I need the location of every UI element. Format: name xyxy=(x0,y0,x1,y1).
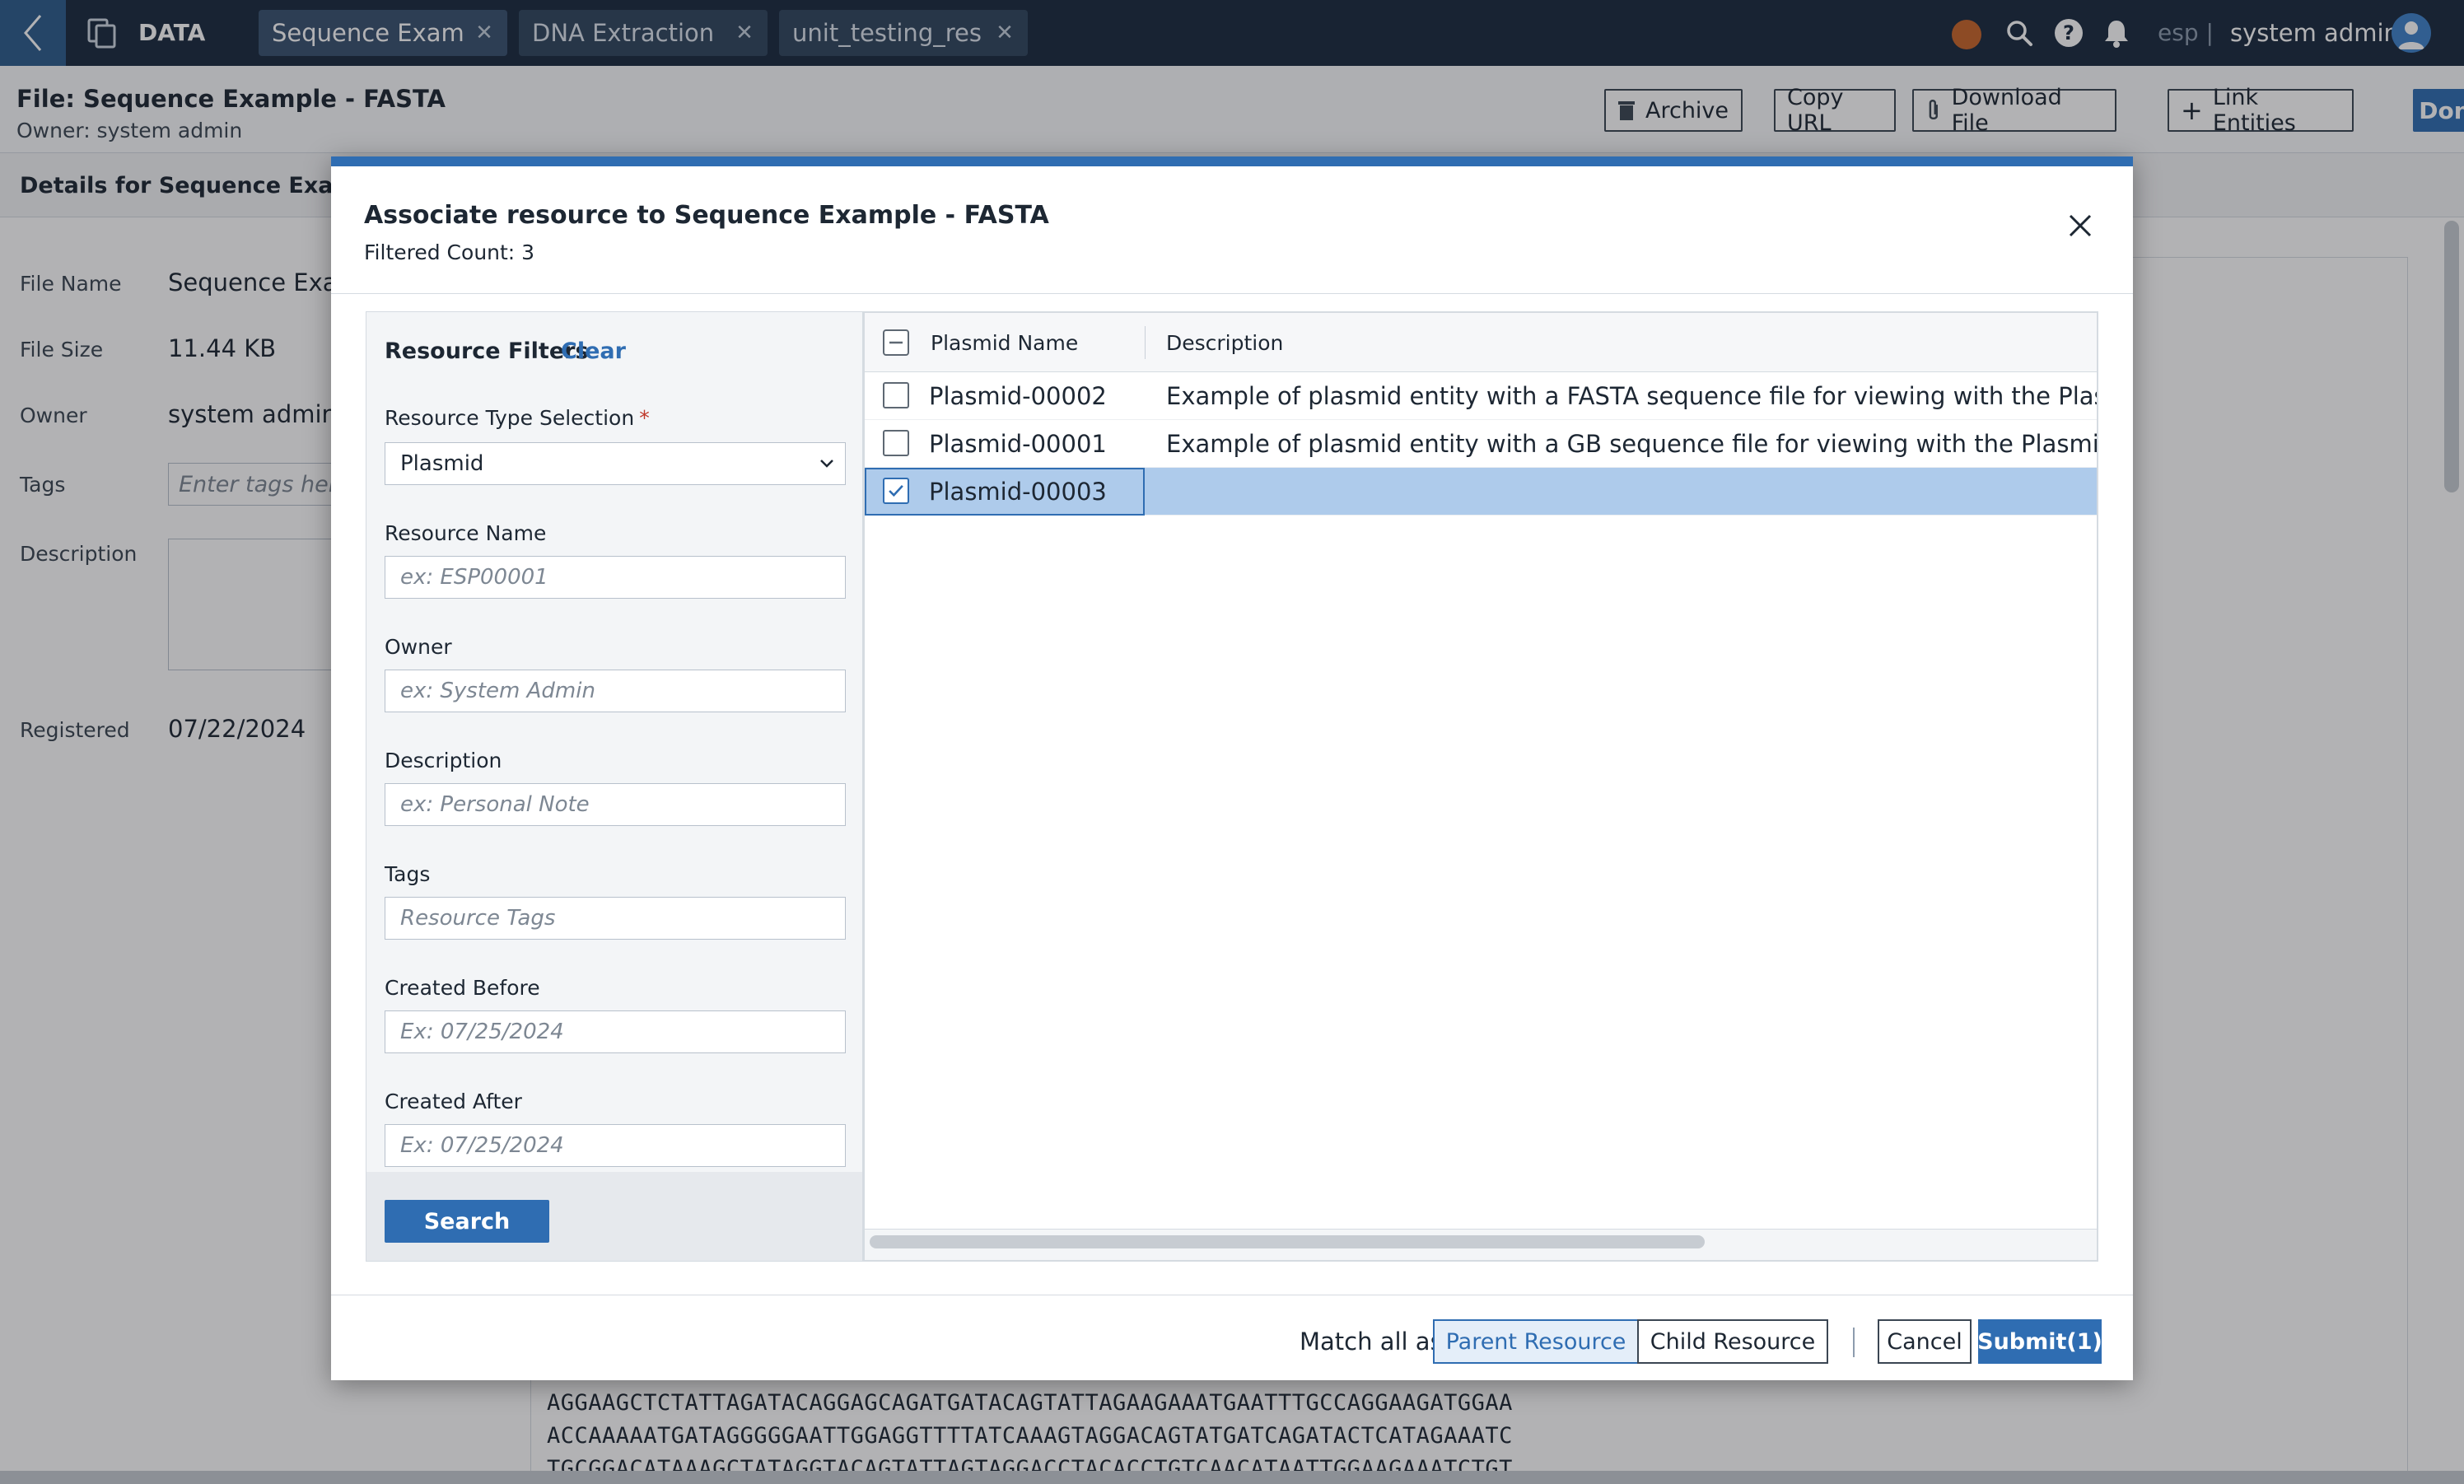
owner-filter-input[interactable]: ex: System Admin xyxy=(385,670,846,712)
owner-filter-label: Owner xyxy=(385,635,452,659)
match-all-label: Match all as xyxy=(1300,1328,1443,1356)
cancel-button[interactable]: Cancel xyxy=(1878,1319,1972,1364)
column-header-plasmid-name[interactable]: Plasmid Name xyxy=(931,331,1078,355)
resource-type-label-text: Resource Type Selection xyxy=(385,406,635,430)
associate-resource-modal: Associate resource to Sequence Example -… xyxy=(331,156,2133,1380)
table-row[interactable]: Plasmid-00002 Example of plasmid entity … xyxy=(865,372,2097,420)
parent-resource-toggle[interactable]: Parent Resource xyxy=(1433,1319,1639,1364)
chevron-down-icon xyxy=(820,460,833,468)
grid-header: Plasmid Name Description xyxy=(865,313,2097,372)
child-resource-toggle[interactable]: Child Resource xyxy=(1637,1319,1828,1364)
resource-type-value: Plasmid xyxy=(400,451,484,476)
cell-plasmid-name: Plasmid-00002 xyxy=(929,382,1107,410)
tags-filter-input[interactable]: Resource Tags xyxy=(385,897,846,940)
cell-description: Example of plasmid entity with a FASTA s… xyxy=(1166,382,2097,410)
description-filter-label: Description xyxy=(385,749,502,772)
modal-title: Associate resource to Sequence Example -… xyxy=(364,201,1049,230)
created-after-input[interactable]: Ex: 07/25/2024 xyxy=(385,1124,846,1167)
select-all-checkbox[interactable] xyxy=(883,329,909,356)
filtered-count: Filtered Count: 3 xyxy=(364,240,535,264)
results-grid: Plasmid Name Description Plasmid-00002 E… xyxy=(863,311,2098,1262)
row-checkbox[interactable] xyxy=(883,382,909,408)
resource-name-input[interactable]: ex: ESP00001 xyxy=(385,556,846,599)
column-divider[interactable] xyxy=(1145,326,1146,359)
search-button[interactable]: Search xyxy=(385,1200,549,1243)
resource-type-label: Resource Type Selection * xyxy=(385,406,650,430)
table-row-selected[interactable]: Plasmid-00003 xyxy=(865,468,2097,516)
grid-horizontal-scrollbar[interactable] xyxy=(870,1235,1705,1248)
clear-filters-link[interactable]: Clear xyxy=(561,338,626,364)
resource-type-select[interactable]: Plasmid xyxy=(385,442,846,485)
description-filter-input[interactable]: ex: Personal Note xyxy=(385,783,846,826)
divider xyxy=(331,293,2133,294)
row-checkbox[interactable] xyxy=(883,430,909,456)
resource-filters-panel: Resource Filters Clear Resource Type Sel… xyxy=(366,311,863,1262)
row-checkbox-checked[interactable] xyxy=(883,478,909,504)
divider xyxy=(1853,1328,1855,1357)
created-before-input[interactable]: Ex: 07/25/2024 xyxy=(385,1010,846,1053)
submit-button[interactable]: Submit(1) xyxy=(1977,1319,2102,1364)
cell-plasmid-name: Plasmid-00001 xyxy=(929,430,1107,458)
column-header-description[interactable]: Description xyxy=(1166,331,1283,355)
table-row[interactable]: Plasmid-00001 Example of plasmid entity … xyxy=(865,420,2097,468)
close-icon[interactable] xyxy=(2064,209,2097,242)
created-after-label: Created After xyxy=(385,1090,522,1113)
cell-description: Example of plasmid entity with a GB sequ… xyxy=(1166,430,2097,458)
cell-plasmid-name: Plasmid-00003 xyxy=(929,478,1107,506)
tags-filter-label: Tags xyxy=(385,862,431,886)
resource-name-label: Resource Name xyxy=(385,521,547,545)
required-marker: * xyxy=(639,406,650,430)
created-before-label: Created Before xyxy=(385,976,540,1000)
filters-title: Resource Filters xyxy=(385,338,589,364)
